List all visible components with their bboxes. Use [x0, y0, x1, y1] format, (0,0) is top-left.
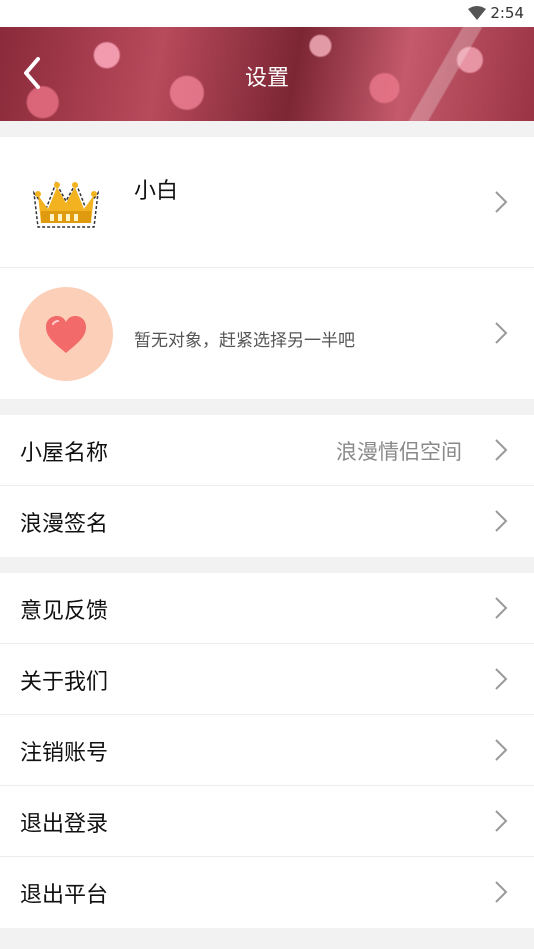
exit-platform-row[interactable]: 退出平台 — [0, 857, 534, 928]
profile-name: 小白 — [134, 179, 179, 204]
feedback-label: 意见反馈 — [20, 599, 109, 624]
partner-row[interactable]: 暂无对象，赶紧选择另一半吧 — [0, 268, 534, 399]
logout-row[interactable]: 退出登录 — [0, 786, 534, 857]
house-name-value: 浪漫情侣空间 — [336, 440, 462, 464]
status-time: 2:54 — [490, 4, 524, 22]
divider — [0, 121, 534, 137]
about-us-row[interactable]: 关于我们 — [0, 644, 534, 715]
chevron-right-icon — [495, 810, 508, 832]
wifi-icon — [468, 6, 486, 20]
settings-section-1: 小屋名称 浪漫情侣空间 浪漫签名 — [0, 415, 534, 557]
chevron-right-icon — [495, 322, 508, 344]
divider — [0, 557, 534, 573]
chevron-right-icon — [495, 668, 508, 690]
header: 设置 — [0, 27, 534, 121]
exit-platform-label: 退出平台 — [20, 883, 109, 908]
delete-account-row[interactable]: 注销账号 — [0, 715, 534, 786]
signature-label: 浪漫签名 — [20, 512, 109, 537]
signature-row[interactable]: 浪漫签名 — [0, 486, 534, 557]
crown-icon — [32, 181, 100, 228]
house-name-row[interactable]: 小屋名称 浪漫情侣空间 — [0, 415, 534, 486]
partner-status-text: 暂无对象，赶紧选择另一半吧 — [134, 331, 355, 351]
feedback-row[interactable]: 意见反馈 — [0, 573, 534, 644]
chevron-right-icon — [495, 881, 508, 903]
house-name-label: 小屋名称 — [20, 441, 109, 466]
profile-row[interactable]: 小白 — [0, 137, 534, 268]
settings-section-2: 意见反馈 关于我们 注销账号 退出登录 退出平台 — [0, 573, 534, 928]
delete-account-label: 注销账号 — [20, 741, 109, 766]
page-title: 设置 — [244, 66, 289, 91]
chevron-right-icon — [495, 191, 508, 213]
about-us-label: 关于我们 — [20, 670, 109, 695]
status-bar: 2:54 — [0, 0, 534, 27]
divider — [0, 399, 534, 415]
profile-card: 小白 暂无对象，赶紧选择另一半吧 — [0, 137, 534, 399]
chevron-right-icon — [495, 739, 508, 761]
chevron-right-icon — [495, 510, 508, 532]
chevron-right-icon — [495, 439, 508, 461]
logout-label: 退出登录 — [20, 812, 109, 837]
heart-icon — [46, 316, 86, 353]
chevron-right-icon — [495, 597, 508, 619]
heart-avatar — [19, 287, 113, 381]
